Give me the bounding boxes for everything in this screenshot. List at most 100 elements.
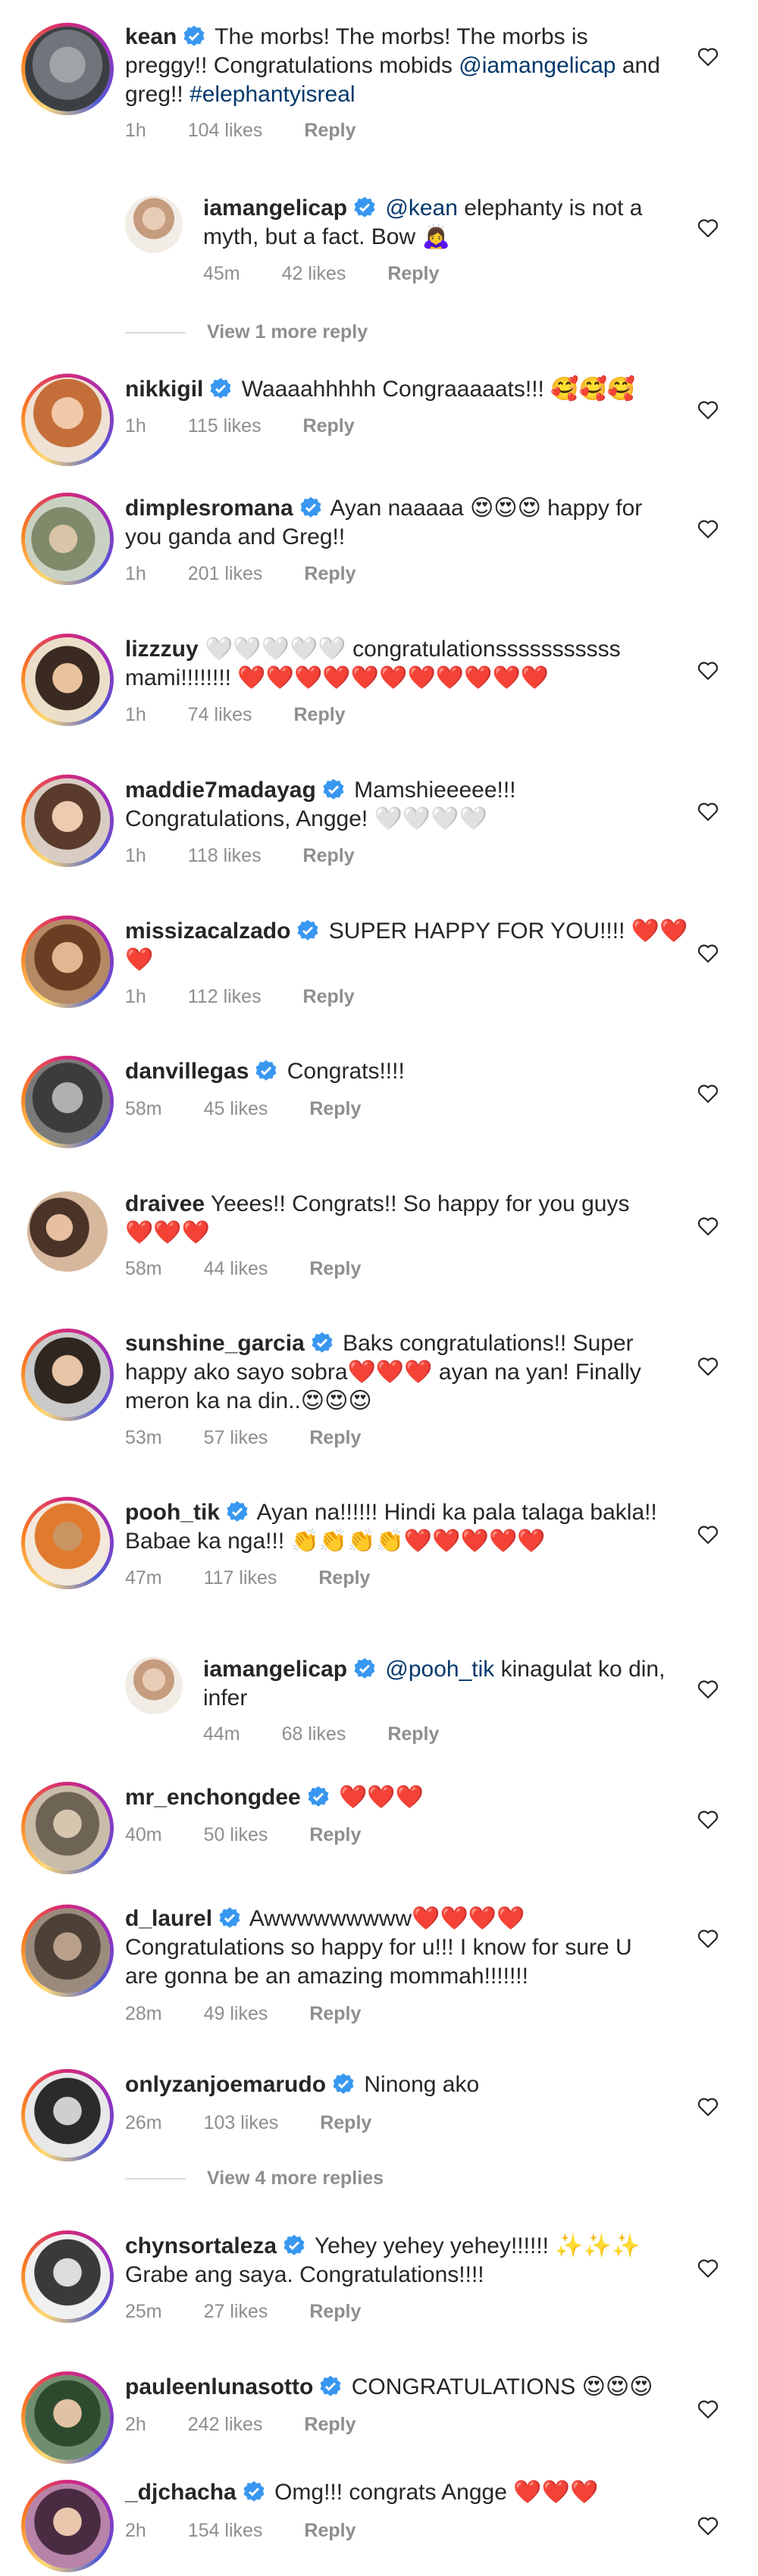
reply-button[interactable]: Reply bbox=[387, 263, 439, 284]
heart-icon[interactable] bbox=[697, 1084, 719, 1103]
heart-icon[interactable] bbox=[697, 2516, 719, 2536]
username[interactable]: maddie7madayag bbox=[125, 778, 316, 803]
avatar-photo-icon bbox=[25, 2073, 110, 2158]
comment-text: The morbs! The morbs! The morbs is bbox=[208, 24, 588, 49]
heart-icon[interactable] bbox=[697, 1679, 719, 1699]
reply-button[interactable]: Reply bbox=[387, 1723, 439, 1745]
heart-icon[interactable] bbox=[697, 1357, 719, 1376]
avatar-missizacalzado[interactable] bbox=[21, 916, 114, 1008]
reply-button[interactable]: Reply bbox=[304, 120, 356, 141]
heart-icon[interactable] bbox=[697, 400, 719, 420]
username[interactable]: _djchacha bbox=[125, 2480, 236, 2505]
comment-meta: 1h 104 likes Reply bbox=[125, 120, 392, 142]
username[interactable]: chynsortaleza bbox=[125, 2233, 277, 2258]
comment-text: ❤️❤️❤️ bbox=[332, 1785, 424, 1810]
avatar-nikkigil[interactable] bbox=[21, 374, 114, 466]
verified-badge-icon bbox=[219, 1907, 240, 1928]
verified-badge-icon bbox=[283, 2234, 305, 2255]
reply-button[interactable]: Reply bbox=[304, 563, 356, 584]
username[interactable]: pauleenlunasotto bbox=[125, 2374, 313, 2399]
avatar-pooh-tik[interactable] bbox=[21, 1497, 114, 1589]
verified-badge-icon bbox=[210, 377, 231, 399]
avatar-chynsortaleza[interactable] bbox=[21, 2230, 114, 2323]
heart-icon[interactable] bbox=[697, 2258, 719, 2278]
comment-meta: 1h 112 likes Reply bbox=[125, 986, 355, 1007]
username[interactable]: mr_enchongdee bbox=[125, 1785, 301, 1810]
heart-icon[interactable] bbox=[697, 47, 719, 67]
comment-text: Waaaahhhhh Congraaaaats!!! 🥰🥰🥰 bbox=[235, 377, 636, 402]
avatar-photo-icon bbox=[25, 2234, 110, 2319]
username[interactable]: onlyzanjoemarudo bbox=[125, 2072, 326, 2097]
avatar-maddie7madayag[interactable] bbox=[21, 775, 114, 867]
username[interactable]: lizzzuy bbox=[125, 637, 199, 662]
heart-icon[interactable] bbox=[697, 218, 719, 238]
heart-icon[interactable] bbox=[697, 802, 719, 822]
comment-meta: 28m 49 likes Reply bbox=[125, 2003, 362, 2024]
mention-link[interactable]: @kean bbox=[379, 196, 458, 221]
username[interactable]: missizacalzado bbox=[125, 919, 290, 944]
username[interactable]: danvillegas bbox=[125, 1059, 249, 1084]
reply-button[interactable]: Reply bbox=[304, 2520, 356, 2541]
avatar-onlyzanjoemarudo[interactable] bbox=[21, 2069, 114, 2161]
username[interactable]: draivee bbox=[125, 1191, 205, 1216]
mention-link[interactable]: @pooh_tik bbox=[379, 1657, 494, 1682]
username[interactable]: nikkigil bbox=[125, 377, 203, 402]
avatar-danvillegas[interactable] bbox=[21, 1056, 114, 1148]
reply-button[interactable]: Reply bbox=[320, 2112, 371, 2133]
reply-button[interactable]: Reply bbox=[303, 845, 355, 866]
reply-button[interactable]: Reply bbox=[318, 1567, 370, 1588]
avatar-d-laurel[interactable] bbox=[21, 1905, 114, 1997]
reply-button[interactable]: Reply bbox=[309, 2003, 361, 2024]
verified-badge-icon bbox=[308, 1786, 329, 1807]
heart-icon[interactable] bbox=[697, 661, 719, 681]
heart-icon[interactable] bbox=[697, 1929, 719, 1948]
avatar-draivee[interactable] bbox=[27, 1191, 108, 1272]
comment-meta: 1h 118 likes Reply bbox=[125, 845, 355, 866]
username[interactable]: dimplesromana bbox=[125, 496, 293, 521]
avatar-iamangelicap[interactable] bbox=[125, 196, 183, 253]
reply-button[interactable]: Reply bbox=[309, 2301, 361, 2322]
avatar-sunshine-garcia[interactable] bbox=[21, 1329, 114, 1421]
avatar-lizzzuy[interactable] bbox=[21, 634, 114, 726]
reply-button[interactable]: Reply bbox=[303, 986, 355, 1007]
avatar-pauleenlunasotto[interactable] bbox=[21, 2371, 114, 2464]
avatar-djchacha[interactable] bbox=[21, 2480, 114, 2572]
heart-icon[interactable] bbox=[697, 1525, 719, 1545]
view-more-replies-button[interactable]: View 4 more replies bbox=[125, 2168, 384, 2189]
heart-icon[interactable] bbox=[697, 1216, 719, 1236]
avatar-dimplesromana[interactable] bbox=[21, 493, 114, 585]
comment-meta: 1h 201 likes Reply bbox=[125, 563, 356, 584]
heart-icon[interactable] bbox=[697, 944, 719, 963]
hashtag-link[interactable]: #elephantyisreal bbox=[190, 82, 355, 107]
reply-button[interactable]: Reply bbox=[309, 1258, 361, 1279]
reply-button[interactable]: Reply bbox=[303, 415, 355, 437]
avatar-photo-icon bbox=[25, 778, 110, 863]
username[interactable]: iamangelicap bbox=[203, 196, 347, 221]
avatar-kean[interactable] bbox=[21, 23, 114, 115]
avatar-mr-enchongdee[interactable] bbox=[21, 1782, 114, 1874]
username[interactable]: kean bbox=[125, 24, 177, 49]
avatar-photo-icon bbox=[25, 1332, 110, 1417]
comment-text: elephanty is not a bbox=[457, 196, 643, 221]
username[interactable]: pooh_tik bbox=[125, 1500, 220, 1525]
heart-icon[interactable] bbox=[697, 519, 719, 539]
heart-icon[interactable] bbox=[697, 2097, 719, 2117]
heart-icon[interactable] bbox=[697, 2399, 719, 2419]
view-more-replies-button[interactable]: View 1 more reply bbox=[125, 321, 368, 343]
reply-button[interactable]: Reply bbox=[309, 1427, 361, 1448]
mention-link[interactable]: @iamangelicap bbox=[459, 53, 615, 78]
avatar-photo-icon bbox=[27, 1191, 108, 1272]
comment-meta: 1h 74 likes Reply bbox=[125, 704, 346, 725]
heart-icon[interactable] bbox=[697, 1810, 719, 1829]
like-count[interactable]: 104 likes bbox=[188, 120, 263, 141]
reply-button[interactable]: Reply bbox=[309, 1824, 361, 1845]
reply-button[interactable]: Reply bbox=[309, 1098, 361, 1119]
reply-button[interactable]: Reply bbox=[304, 2414, 356, 2435]
avatar-photo-icon bbox=[25, 919, 110, 1004]
avatar-iamangelicap[interactable] bbox=[125, 1657, 183, 1714]
username[interactable]: d_laurel bbox=[125, 1906, 212, 1931]
comment-text: Yeees!! Congrats!! So happy for you guys bbox=[205, 1191, 630, 1216]
username[interactable]: sunshine_garcia bbox=[125, 1331, 305, 1356]
reply-button[interactable]: Reply bbox=[293, 704, 345, 725]
username[interactable]: iamangelicap bbox=[203, 1657, 347, 1682]
